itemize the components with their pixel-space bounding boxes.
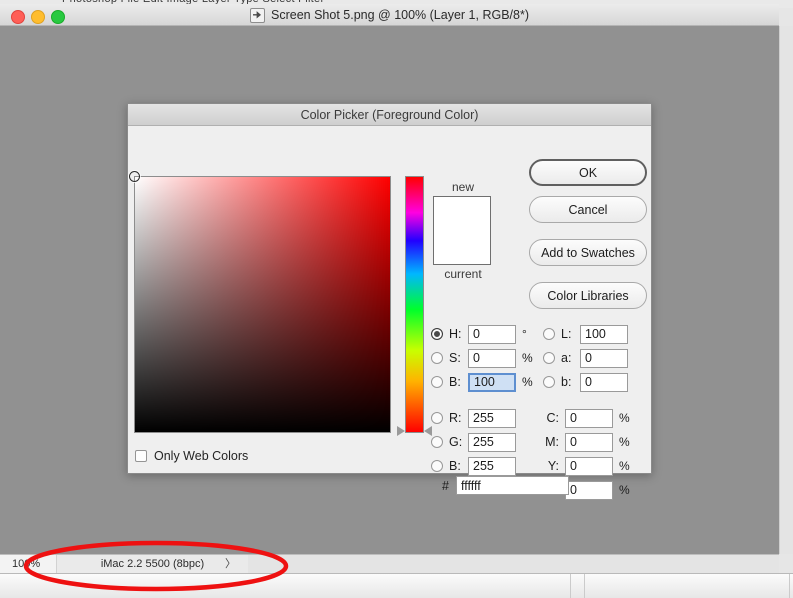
hue-slider[interactable] bbox=[397, 176, 432, 436]
ok-button[interactable]: OK bbox=[529, 159, 647, 186]
cancel-button[interactable]: Cancel bbox=[529, 196, 647, 223]
radio-h[interactable] bbox=[431, 328, 443, 340]
input-h[interactable] bbox=[468, 324, 516, 344]
input-a[interactable] bbox=[580, 348, 628, 368]
input-l[interactable] bbox=[580, 324, 628, 344]
panel-divider bbox=[789, 574, 790, 598]
add-to-swatches-button[interactable]: Add to Swatches bbox=[529, 239, 647, 266]
input-k[interactable] bbox=[565, 480, 613, 500]
document-title-wrap: Screen Shot 5.png @ 100% (Layer 1, RGB/8… bbox=[0, 4, 779, 26]
current-color-swatch[interactable] bbox=[434, 230, 490, 264]
current-color-label: current bbox=[444, 267, 482, 281]
hex-input[interactable] bbox=[455, 476, 569, 495]
only-web-colors-checkbox[interactable] bbox=[135, 450, 147, 462]
lab-cmyk-fields: L: a: b: C: bbox=[543, 322, 646, 502]
saturation-brightness-field[interactable] bbox=[129, 171, 391, 433]
field-row-r: R: bbox=[431, 406, 534, 430]
radio-s[interactable] bbox=[431, 352, 443, 364]
radio-b-lab[interactable] bbox=[543, 376, 555, 388]
radio-r[interactable] bbox=[431, 412, 443, 424]
label-c: C: bbox=[546, 411, 560, 425]
radio-l[interactable] bbox=[543, 328, 555, 340]
field-row-c: C: % bbox=[543, 406, 646, 430]
hue-slider-marker-left[interactable] bbox=[397, 426, 405, 436]
document-window-titlebar: Screen Shot 5.png @ 100% (Layer 1, RGB/8… bbox=[0, 4, 779, 26]
input-y[interactable] bbox=[565, 456, 613, 476]
input-b-blue[interactable] bbox=[468, 456, 516, 476]
unit-b-brightness: % bbox=[522, 375, 533, 389]
unit-s: % bbox=[522, 351, 533, 365]
field-row-b-brightness: B: % bbox=[431, 370, 534, 394]
status-color-profile-label: iMac 2.2 5500 (8bpc) bbox=[100, 558, 205, 570]
input-r[interactable] bbox=[468, 408, 516, 428]
label-s: S: bbox=[449, 351, 461, 365]
input-b-brightness[interactable] bbox=[468, 372, 516, 392]
label-r: R: bbox=[449, 411, 462, 425]
close-button[interactable] bbox=[11, 10, 25, 24]
radio-g[interactable] bbox=[431, 436, 443, 448]
unit-m: % bbox=[619, 435, 630, 449]
screenshot-root: Photoshop File Edit Image Layer Type Sel… bbox=[0, 0, 793, 598]
only-web-colors-label: Only Web Colors bbox=[154, 449, 249, 463]
label-l: L: bbox=[561, 327, 572, 341]
unit-c: % bbox=[619, 411, 630, 425]
hsb-rgb-fields: H: ° S: % B: % bbox=[431, 322, 534, 478]
canvas-right-panel-strip bbox=[779, 26, 793, 554]
field-row-b-blue: B: bbox=[431, 454, 534, 478]
color-field-marker[interactable] bbox=[129, 171, 140, 182]
input-b-lab[interactable] bbox=[580, 372, 628, 392]
only-web-colors-row[interactable]: Only Web Colors bbox=[135, 449, 248, 463]
label-b-blue: B: bbox=[449, 459, 461, 473]
label-y: Y: bbox=[547, 459, 559, 473]
hex-symbol-label: # bbox=[442, 478, 449, 493]
color-preview-swatch[interactable] bbox=[433, 196, 491, 265]
label-m: M: bbox=[545, 435, 559, 449]
unit-h: ° bbox=[522, 327, 527, 341]
label-a: a: bbox=[561, 351, 572, 365]
status-color-profile[interactable]: iMac 2.2 5500 (8bpc) 〉 bbox=[56, 555, 248, 573]
input-c[interactable] bbox=[565, 408, 613, 428]
field-row-b-lab: b: bbox=[543, 370, 646, 394]
label-b-lab: b: bbox=[561, 375, 572, 389]
field-row-l: L: bbox=[543, 322, 646, 346]
color-picker-titlebar: Color Picker (Foreground Color) bbox=[128, 104, 651, 126]
input-m[interactable] bbox=[565, 432, 613, 452]
field-row-s: S: % bbox=[431, 346, 534, 370]
unit-k: % bbox=[619, 483, 630, 497]
field-row-h: H: ° bbox=[431, 322, 534, 346]
color-picker-dialog: Color Picker (Foreground Color) Only Web… bbox=[127, 103, 652, 500]
chevron-right-icon[interactable]: 〉 bbox=[225, 555, 236, 573]
document-status-bar: 100% iMac 2.2 5500 (8bpc) 〉 bbox=[0, 554, 779, 573]
input-g[interactable] bbox=[468, 432, 516, 452]
zoom-button[interactable] bbox=[51, 10, 65, 24]
label-h: H: bbox=[449, 327, 462, 341]
unit-y: % bbox=[619, 459, 630, 473]
minimize-button[interactable] bbox=[31, 10, 45, 24]
label-g: G: bbox=[449, 435, 463, 449]
lower-panel-area bbox=[0, 573, 793, 598]
field-row-y: Y: % bbox=[543, 454, 646, 478]
color-picker-title: Color Picker (Foreground Color) bbox=[300, 107, 479, 122]
color-preview-block: new current bbox=[433, 179, 493, 282]
document-title: Screen Shot 5.png @ 100% (Layer 1, RGB/8… bbox=[271, 8, 529, 22]
panel-divider bbox=[584, 574, 585, 598]
new-color-label: new bbox=[451, 180, 474, 194]
color-picker-body: Only Web Colors new current OK Cancel Ad… bbox=[128, 126, 651, 500]
panel-divider bbox=[570, 574, 571, 598]
label-b-brightness: B: bbox=[449, 375, 461, 389]
color-libraries-button[interactable]: Color Libraries bbox=[529, 282, 647, 309]
input-s[interactable] bbox=[468, 348, 516, 368]
photoshop-document-icon bbox=[250, 7, 266, 23]
field-row-g: G: bbox=[431, 430, 534, 454]
field-row-m: M: % bbox=[543, 430, 646, 454]
new-color-swatch[interactable] bbox=[434, 197, 490, 231]
hex-row: # bbox=[442, 476, 569, 495]
field-row-a: a: bbox=[543, 346, 646, 370]
status-zoom-level[interactable]: 100% bbox=[0, 555, 56, 573]
radio-a[interactable] bbox=[543, 352, 555, 364]
radio-b-blue[interactable] bbox=[431, 460, 443, 472]
radio-b-brightness[interactable] bbox=[431, 376, 443, 388]
